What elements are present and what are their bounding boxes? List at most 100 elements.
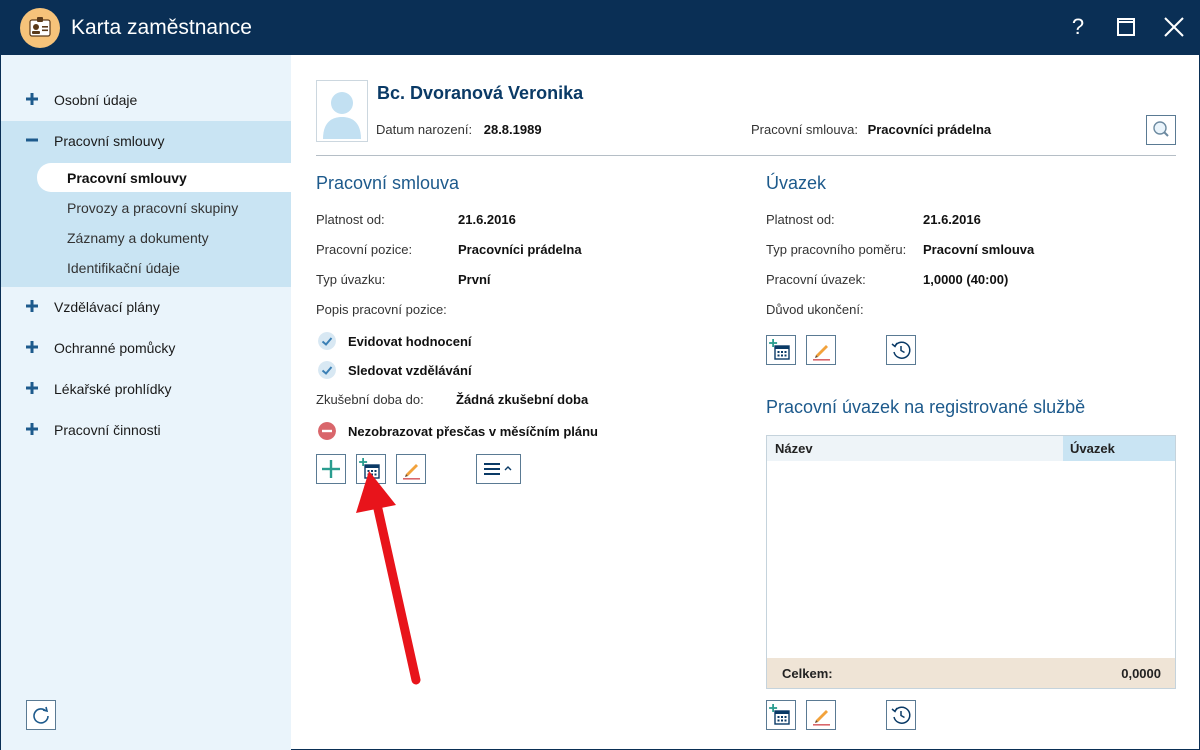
more-menu-button[interactable] <box>476 454 521 484</box>
minus-icon <box>26 138 38 142</box>
column-header-name[interactable]: Název <box>775 441 813 456</box>
birth-date-value: 28.8.1989 <box>483 122 542 137</box>
birth-date: Datum narození: 28.8.1989 <box>376 122 542 137</box>
annotation-arrow-icon <box>356 471 421 685</box>
remove-circle-icon <box>318 422 336 440</box>
plus-icon <box>26 300 38 312</box>
sidebar-item-education-plans[interactable]: Vzdělávací plány <box>1 287 292 328</box>
field-label: Typ úvazku: <box>316 272 386 287</box>
refresh-icon <box>33 706 49 724</box>
checkmark-icon <box>318 361 336 379</box>
sidebar-subitem-label: Záznamy a dokumenty <box>67 230 209 246</box>
plus-icon <box>26 341 38 353</box>
header-divider <box>316 155 1176 156</box>
table-footer: Celkem: 0,0000 <box>767 658 1175 688</box>
service-table: Název Úvazek Celkem: 0,0000 <box>766 435 1176 689</box>
close-icon <box>1164 17 1184 37</box>
help-button[interactable]: ? <box>1063 12 1093 42</box>
contract-section-title: Pracovní smlouva <box>316 173 460 193</box>
field-label: Důvod ukončení: <box>766 302 864 317</box>
table-header: Název Úvazek <box>767 436 1175 461</box>
field-label: Platnost od: <box>766 212 835 227</box>
sidebar-item-medical-checkups[interactable]: Lékařské prohlídky <box>1 369 292 410</box>
header-contract: Pracovní smlouva: Pracovníci prádelna <box>751 122 991 137</box>
header-contract-value: Pracovníci prádelna <box>867 122 992 137</box>
sidebar: Osobní údaje Pracovní smlouvy Pracovní s… <box>0 55 292 750</box>
calendar-add-icon <box>769 339 790 360</box>
maximize-icon <box>1117 18 1135 36</box>
search-icon <box>1153 121 1169 137</box>
sidebar-item-work-activities[interactable]: Pracovní činnosti <box>1 410 292 451</box>
sidebar-item-label: Osobní údaje <box>54 92 138 108</box>
field-value: Žádná zkušební doba <box>456 392 589 407</box>
plus-icon <box>26 423 38 435</box>
workload-section-title: Úvazek <box>766 173 827 193</box>
field-value: 1,0000 (40:00) <box>923 272 1009 287</box>
employee-card-icon <box>20 8 60 48</box>
sidebar-subitem-identification[interactable]: Identifikační údaje <box>37 253 292 282</box>
maximize-button[interactable] <box>1111 12 1141 42</box>
field-value: 21.6.2016 <box>458 212 516 227</box>
checkmark-icon <box>318 332 336 350</box>
history-icon <box>891 706 911 724</box>
service-history-button[interactable] <box>886 700 916 730</box>
plus-icon <box>322 460 340 478</box>
sidebar-item-label: Vzdělávací plány <box>54 299 160 315</box>
check-label: Sledovat vzdělávání <box>348 363 472 378</box>
sidebar-subitem-label: Provozy a pracovní skupiny <box>67 200 239 216</box>
birth-date-label: Datum narození: <box>376 122 473 137</box>
field-value: Pracovní smlouva <box>923 242 1035 257</box>
avatar <box>316 80 368 142</box>
total-label: Celkem: <box>782 666 833 681</box>
employee-name: Bc. Dvoranová Veronika <box>377 83 584 103</box>
pencil-icon <box>813 345 830 361</box>
field-label: Pracovní úvazek: <box>766 272 866 287</box>
add-contract-button[interactable] <box>316 454 346 484</box>
sidebar-item-protective-equipment[interactable]: Ochranné pomůcky <box>1 328 292 369</box>
sidebar-item-label: Pracovní činnosti <box>54 422 161 438</box>
sidebar-group-contracts: Pracovní smlouvy Pracovní smlouvy Provoz… <box>1 121 292 287</box>
main-panel: Bc. Dvoranová Veronika Datum narození: 2… <box>291 55 1200 750</box>
total-value: 0,0000 <box>1121 666 1161 681</box>
field-value: Pracovníci prádelna <box>458 242 582 257</box>
plus-icon <box>26 382 38 394</box>
sidebar-item-label: Pracovní smlouvy <box>54 133 165 149</box>
check-label: Nezobrazovat přesčas v měsíčním plánu <box>348 424 598 439</box>
search-button[interactable] <box>1146 115 1176 145</box>
header-contract-label: Pracovní smlouva: <box>751 122 858 137</box>
check-label: Evidovat hodnocení <box>348 334 472 349</box>
sidebar-item-contracts[interactable]: Pracovní smlouvy <box>1 121 292 162</box>
field-label: Pracovní pozice: <box>316 242 413 257</box>
window-title: Karta zaměstnance <box>71 16 252 39</box>
service-section-title: Pracovní úvazek na registrované službě <box>766 397 1086 417</box>
sidebar-item-personal-data[interactable]: Osobní údaje <box>1 80 292 121</box>
calendar-add-icon <box>769 704 790 725</box>
sidebar-subitem-contracts[interactable]: Pracovní smlouvy <box>37 163 292 192</box>
close-button[interactable] <box>1159 12 1189 42</box>
workload-history-button[interactable] <box>886 335 916 365</box>
field-label: Zkušební doba do: <box>316 392 424 407</box>
workload-add-button[interactable] <box>766 335 796 365</box>
field-value: 21.6.2016 <box>923 212 981 227</box>
menu-icon <box>484 463 512 475</box>
sidebar-subitem-records[interactable]: Záznamy a dokumenty <box>37 223 292 252</box>
refresh-button[interactable] <box>26 700 56 730</box>
title-bar: Karta zaměstnance ? <box>0 0 1200 55</box>
sidebar-subitem-label: Identifikační údaje <box>67 260 180 276</box>
plus-icon <box>26 93 38 105</box>
sidebar-subitem-label: Pracovní smlouvy <box>67 170 187 186</box>
sidebar-item-label: Ochranné pomůcky <box>54 340 176 356</box>
field-label: Popis pracovní pozice: <box>316 302 447 317</box>
pencil-icon <box>813 710 830 726</box>
history-icon <box>891 341 911 359</box>
column-header-workload[interactable]: Úvazek <box>1063 436 1175 461</box>
service-edit-button[interactable] <box>806 700 836 730</box>
field-value: První <box>458 272 491 287</box>
person-placeholder-icon <box>323 92 361 139</box>
field-label: Platnost od: <box>316 212 385 227</box>
field-label: Typ pracovního poměru: <box>766 242 907 257</box>
sidebar-item-label: Lékařské prohlídky <box>54 381 172 397</box>
service-add-button[interactable] <box>766 700 796 730</box>
sidebar-subitem-operations[interactable]: Provozy a pracovní skupiny <box>37 193 292 222</box>
workload-edit-button[interactable] <box>806 335 836 365</box>
